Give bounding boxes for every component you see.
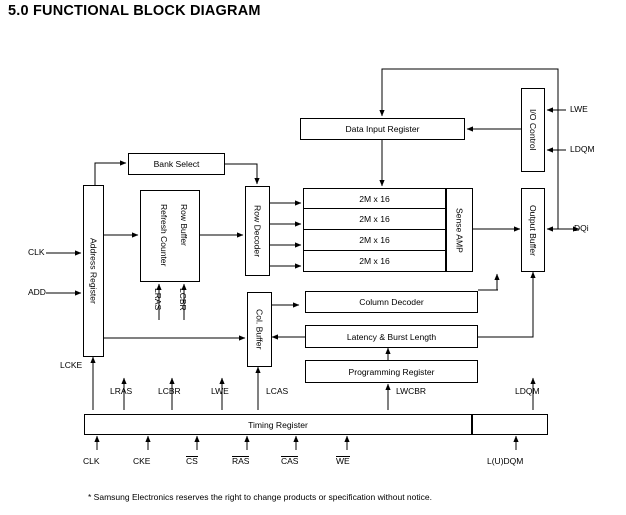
- block-label: Address Register: [88, 238, 99, 304]
- memory-bank-label: 2M x 16: [359, 214, 390, 224]
- block-label: Sense AMP: [454, 207, 465, 253]
- block-address-register[interactable]: Address Register: [83, 185, 104, 357]
- signal-label-clk-in: CLK: [28, 247, 45, 257]
- memory-bank-label: 2M x 16: [359, 193, 390, 204]
- block-timing-register[interactable]: Timing Register: [84, 414, 472, 435]
- pin-text: CAS: [281, 456, 299, 466]
- block-label-refresh-counter: Refresh Counter: [159, 204, 169, 267]
- signal-label-lcbr: LCBR: [158, 386, 181, 396]
- block-io-control[interactable]: I/O Control: [521, 88, 545, 172]
- block-bank-select[interactable]: Bank Select: [128, 153, 225, 175]
- block-output-buffer[interactable]: Output Buffer: [521, 188, 545, 272]
- signal-label-lcas: LCAS: [266, 386, 289, 396]
- block-data-input-register[interactable]: Data Input Register: [300, 118, 465, 140]
- block-label: Latency & Burst Length: [346, 331, 437, 342]
- signal-label-lras: LRAS: [110, 386, 133, 396]
- signal-label-lcke: LCKE: [60, 360, 83, 370]
- signal-label-lcbr-rowbuffer: LCBR: [178, 288, 188, 311]
- block-label-row-buffer: Row Buffer: [179, 204, 189, 246]
- signal-label-lwe: LWE: [211, 386, 229, 396]
- signal-label-ldqm: LDQM: [515, 386, 540, 396]
- signal-label-lwcbr: LWCBR: [396, 386, 427, 396]
- block-row-buffer-refresh-counter[interactable]: Row Buffer Refresh Counter: [140, 190, 200, 282]
- block-programming-register[interactable]: Programming Register: [305, 360, 478, 383]
- block-column-decoder[interactable]: Column Decoder: [305, 291, 478, 313]
- pin-text: WE: [336, 456, 350, 466]
- block-label: I/O Control: [528, 109, 538, 151]
- functional-block-diagram: 5.0 FUNCTIONAL BLOCK DIAGRAM Address Reg…: [0, 0, 626, 515]
- pin-label-ras: RAS: [232, 456, 250, 466]
- block-label: Column Decoder: [359, 297, 424, 307]
- block-sense-amp[interactable]: Sense AMP: [446, 188, 473, 272]
- block-latency-burst-length[interactable]: Latency & Burst Length: [305, 325, 478, 348]
- block-label: Col. Buffer: [254, 309, 265, 350]
- pin-label-cs: CS: [186, 456, 198, 466]
- block-label: Bank Select: [153, 159, 200, 169]
- pin-text: CLK: [83, 456, 100, 466]
- memory-bank-row[interactable]: 2M x 16: [303, 251, 446, 272]
- signal-label-lwe-right: LWE: [570, 104, 588, 114]
- footnote: * Samsung Electronics reserves the right…: [88, 492, 432, 502]
- pin-text: CS: [186, 456, 198, 466]
- pin-label-ludqm: L(U)DQM: [487, 456, 523, 466]
- memory-bank-label: 2M x 16: [359, 235, 390, 245]
- signal-label-lras-rowbuffer: LRAS: [153, 288, 163, 311]
- block-label: Programming Register: [348, 366, 435, 377]
- pin-text: RAS: [232, 456, 250, 466]
- memory-bank-row[interactable]: 2M x 16: [303, 230, 446, 251]
- signal-label-ldqm-right: LDQM: [570, 144, 595, 154]
- pin-text: L(U)DQM: [487, 456, 524, 466]
- pin-label-cas: CAS: [281, 456, 299, 466]
- pin-label-we: WE: [336, 456, 350, 466]
- memory-bank-label: 2M x 16: [359, 256, 390, 266]
- block-row-decoder[interactable]: Row Decoder: [245, 186, 270, 276]
- pin-text: CKE: [133, 456, 151, 466]
- pin-label-clk: CLK: [83, 456, 100, 466]
- block-col-buffer[interactable]: Col. Buffer: [247, 292, 272, 367]
- block-timing-register-extension[interactable]: [472, 414, 548, 435]
- block-label: Output Buffer: [528, 204, 538, 256]
- block-label: Data Input Register: [345, 124, 420, 134]
- memory-bank-row[interactable]: 2M x 16: [303, 209, 446, 230]
- memory-bank-row[interactable]: 2M x 16: [303, 188, 446, 209]
- pin-label-cke: CKE: [133, 456, 150, 466]
- signal-label-add-in: ADD: [28, 287, 46, 297]
- block-label: Timing Register: [248, 419, 308, 430]
- block-label: Row Decoder: [252, 204, 263, 258]
- signal-label-dqi: DQi: [574, 223, 589, 233]
